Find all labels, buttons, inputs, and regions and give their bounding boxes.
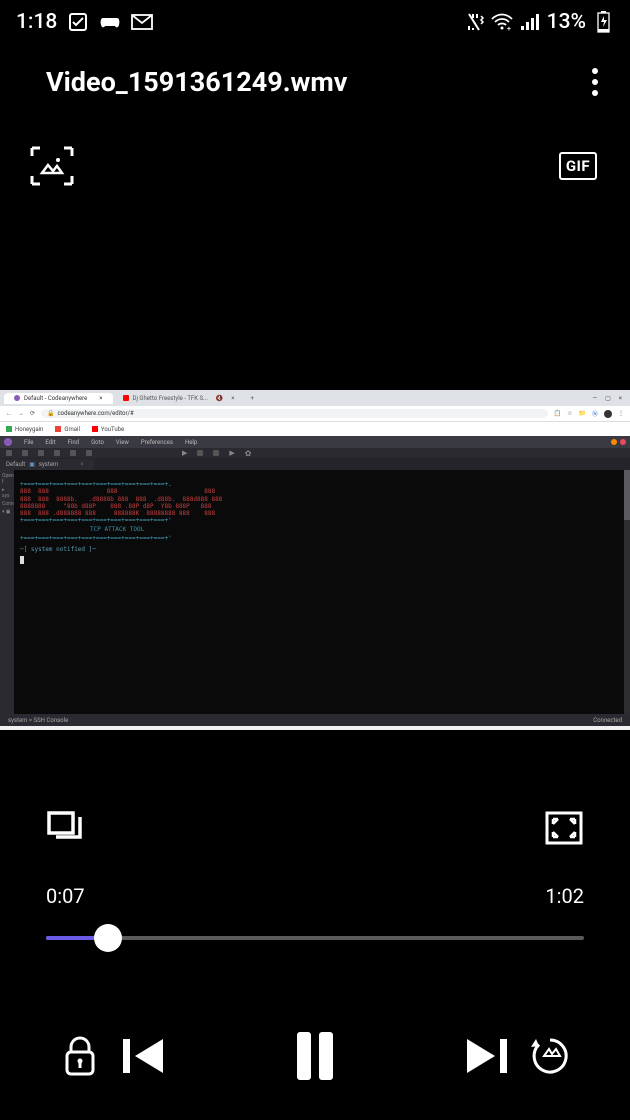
gif-label: GIF	[559, 152, 597, 180]
browser-address-bar: ←→⟳ 🔒codeanywhere.com/editor/# 📋☆📁Ⓝ⋮	[0, 406, 630, 422]
previous-button[interactable]	[119, 1032, 167, 1080]
rotate-button[interactable]	[526, 1032, 574, 1080]
checkbox-icon	[67, 11, 89, 33]
vibrate-icon	[463, 11, 485, 33]
browser-bookmarks: Honeygain Gmail YouTube	[0, 422, 630, 436]
seek-thumb[interactable]	[94, 924, 122, 952]
mail-icon	[131, 11, 153, 33]
svg-text:+: +	[507, 25, 511, 31]
editor-sidebar: Open f ▸ sys Conne ▾ ▣	[0, 470, 14, 714]
pause-button[interactable]	[291, 1032, 339, 1080]
editor-tabs: Default▣system×	[0, 458, 630, 470]
seek-bar[interactable]	[46, 936, 584, 940]
capture-button[interactable]	[30, 146, 74, 186]
fullscreen-button[interactable]	[544, 810, 584, 846]
more-button[interactable]	[580, 60, 610, 104]
editor-toolbar: ▶ ▶✿	[0, 448, 630, 458]
wifi-icon: +	[491, 11, 513, 33]
lock-button[interactable]	[56, 1032, 104, 1080]
status-bar: 1:18 + 13%	[0, 0, 630, 38]
status-clock: 1:18	[16, 10, 57, 34]
browser-tab-strip: Default - Codeanywhere× Dj Ghetto Freest…	[0, 390, 630, 406]
video-frame[interactable]: Default - Codeanywhere× Dj Ghetto Freest…	[0, 390, 630, 730]
signal-icon	[519, 11, 541, 33]
title-bar: Video_1591361249.wmv	[0, 38, 630, 116]
time-current: 0:07	[46, 884, 85, 908]
playback-controls	[0, 1032, 630, 1080]
gif-button[interactable]: GIF	[556, 146, 600, 186]
video-title: Video_1591361249.wmv	[46, 66, 347, 98]
next-button[interactable]	[463, 1032, 511, 1080]
seek-area: 0:07 1:02	[0, 884, 630, 940]
battery-icon	[592, 11, 614, 33]
time-duration: 1:02	[545, 884, 584, 908]
editor-menu-bar: File Edit Find Goto View Preferences Hel…	[0, 436, 630, 448]
controller-icon	[99, 11, 121, 33]
terminal: +===+===+===+===+===+===+===+===+===+===…	[14, 470, 630, 714]
terminal-scrollbar[interactable]	[624, 470, 630, 714]
editor-status-bar: system > SSH Console Connected	[0, 714, 630, 726]
battery-pct: 13%	[547, 10, 586, 34]
playlist-button[interactable]	[46, 810, 86, 846]
